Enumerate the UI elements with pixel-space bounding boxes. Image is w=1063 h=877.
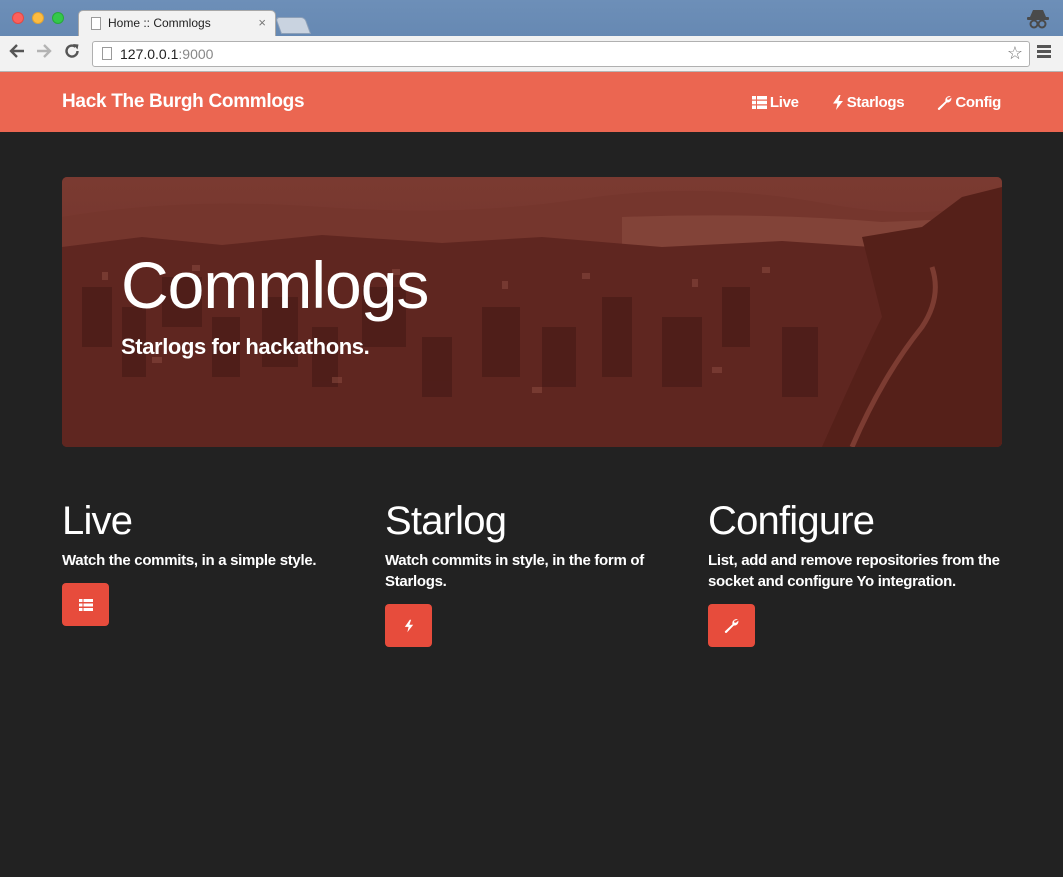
navbar-links: Live Starlogs Config [719, 94, 1001, 111]
page-icon [91, 17, 101, 30]
feature-description: Watch commits in style, in the form of S… [385, 552, 644, 590]
minimize-window-button[interactable] [32, 12, 44, 24]
back-arrow-icon[interactable] [6, 42, 28, 64]
new-tab-button[interactable] [274, 17, 312, 34]
hero-subtitle: Starlogs for hackathons. [121, 334, 370, 359]
list-icon [78, 598, 93, 611]
feature-configure: Configure List, add and remove repositor… [708, 497, 1008, 647]
nav-link-starlogs[interactable]: Starlogs [832, 94, 905, 111]
reload-icon[interactable] [61, 42, 83, 64]
list-icon [751, 96, 767, 109]
nav-link-label: Config [955, 94, 1001, 111]
feature-live: Live Watch the commits, in a simple styl… [62, 497, 362, 626]
nav-link-config[interactable]: Config [937, 94, 1001, 111]
incognito-icon [1027, 10, 1049, 29]
page-icon [102, 47, 112, 60]
starlog-button[interactable] [385, 604, 432, 647]
tab-title: Home :: Commlogs [108, 16, 211, 30]
nav-link-label: Starlogs [846, 94, 905, 111]
browser-tab[interactable]: Home :: Commlogs × [78, 10, 276, 37]
star-icon[interactable]: ☆ [1007, 43, 1023, 64]
feature-title: Live [62, 499, 133, 543]
forward-arrow-icon[interactable] [33, 42, 55, 64]
hero-title: Commlogs [121, 248, 429, 322]
close-window-button[interactable] [12, 12, 24, 24]
navbar: Hack The Burgh Commlogs Live Starlogs Co… [0, 72, 1063, 132]
wrench-icon [938, 96, 952, 110]
menu-icon[interactable] [1037, 45, 1053, 61]
feature-description: List, add and remove repositories from t… [708, 552, 1000, 590]
url-text: 127.0.0.1:9000 [120, 46, 214, 62]
wrench-icon [724, 619, 739, 633]
nav-link-label: Live [769, 94, 799, 111]
tab-close-button[interactable]: × [258, 15, 266, 31]
feature-description: Watch the commits, in a simple style. [62, 552, 317, 569]
live-button[interactable] [62, 583, 109, 626]
feature-starlog: Starlog Watch commits in style, in the f… [385, 497, 685, 647]
browser-chrome: Home :: Commlogs × 127.0.0.1:9000 ☆ [0, 0, 1063, 72]
feature-title: Starlog [385, 499, 507, 543]
browser-toolbar: 127.0.0.1:9000 ☆ [0, 36, 1063, 72]
bolt-icon [832, 95, 843, 110]
configure-button[interactable] [708, 604, 755, 647]
hero-jumbotron: Commlogs Starlogs for hackathons. [62, 177, 1002, 447]
navbar-brand[interactable]: Hack The Burgh Commlogs [62, 91, 305, 113]
feature-title: Configure [708, 499, 875, 543]
tab-strip: Home :: Commlogs × [0, 0, 1063, 37]
zoom-window-button[interactable] [52, 12, 64, 24]
nav-link-live[interactable]: Live [751, 94, 799, 111]
bolt-icon [404, 619, 413, 632]
address-bar[interactable]: 127.0.0.1:9000 ☆ [92, 41, 1030, 67]
